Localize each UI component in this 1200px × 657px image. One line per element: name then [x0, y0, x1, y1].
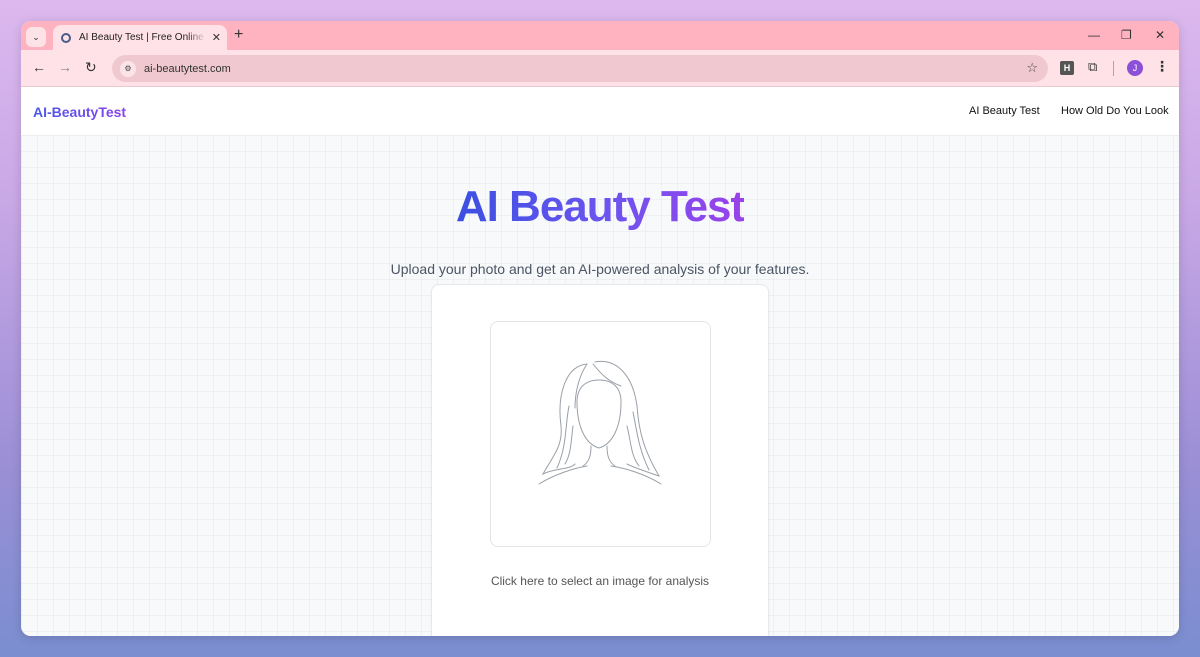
nav-link-ai-beauty-test[interactable]: AI Beauty Test [969, 105, 1040, 117]
web-page: AI-BeautyTest AI Beauty Test How Old Do … [21, 87, 1179, 636]
star-icon[interactable]: ☆ [1026, 60, 1038, 76]
puzzle-icon[interactable]: ⧉ [1088, 59, 1097, 75]
address-bar[interactable]: ⚙ ai-beautytest.com ☆ [112, 55, 1048, 82]
tab-search-button[interactable]: ⌄ [26, 27, 46, 47]
close-icon[interactable]: ✕ [212, 31, 221, 44]
profile-avatar[interactable]: J [1127, 60, 1143, 76]
forward-arrow-icon[interactable]: → [58, 59, 72, 75]
page-title-text: AI Beauty Test [455, 182, 745, 231]
upload-dropzone[interactable] [490, 321, 711, 547]
toolbar-divider [1113, 61, 1114, 76]
site-favicon-icon [61, 32, 71, 43]
back-arrow-icon[interactable]: ← [32, 59, 46, 75]
window-close-icon[interactable]: ✕ [1155, 28, 1165, 42]
tab-active[interactable]: AI Beauty Test | Free Online Beauty Test… [53, 25, 227, 50]
tune-icon[interactable]: ⚙ [120, 60, 136, 77]
site-header: AI-BeautyTest AI Beauty Test How Old Do … [21, 87, 1179, 136]
woman-face-outline-icon [538, 360, 662, 485]
site-logo[interactable]: AI-BeautyTest [33, 104, 126, 120]
extension-h-icon[interactable]: H [1060, 61, 1074, 75]
page-title: AI Beauty Test [21, 182, 1179, 232]
upload-caption[interactable]: Click here to select an image for analys… [432, 574, 768, 588]
new-tab-button[interactable]: + [234, 26, 243, 44]
tab-strip: ⌄ AI Beauty Test | Free Online Beauty Te… [21, 21, 1179, 50]
more-vert-icon[interactable]: ⋮ [1155, 58, 1169, 75]
url-text[interactable]: ai-beautytest.com [144, 63, 231, 75]
browser-window: ⌄ AI Beauty Test | Free Online Beauty Te… [21, 21, 1179, 636]
chevron-down-icon: ⌄ [32, 31, 40, 42]
browser-toolbar: ← → ↻ ⚙ ai-beautytest.com ☆ H ⧉ J ⋮ [21, 50, 1179, 87]
upload-card[interactable]: Click here to select an image for analys… [431, 284, 769, 636]
tab-title: AI Beauty Test | Free Online Beauty Test [79, 32, 206, 43]
reload-icon[interactable]: ↻ [85, 59, 97, 76]
page-subtitle: Upload your photo and get an AI-powered … [390, 261, 810, 277]
restore-icon[interactable]: ❐ [1121, 28, 1132, 42]
minimize-icon[interactable]: — [1088, 28, 1100, 42]
nav-link-how-old[interactable]: How Old Do You Look [1061, 105, 1169, 117]
